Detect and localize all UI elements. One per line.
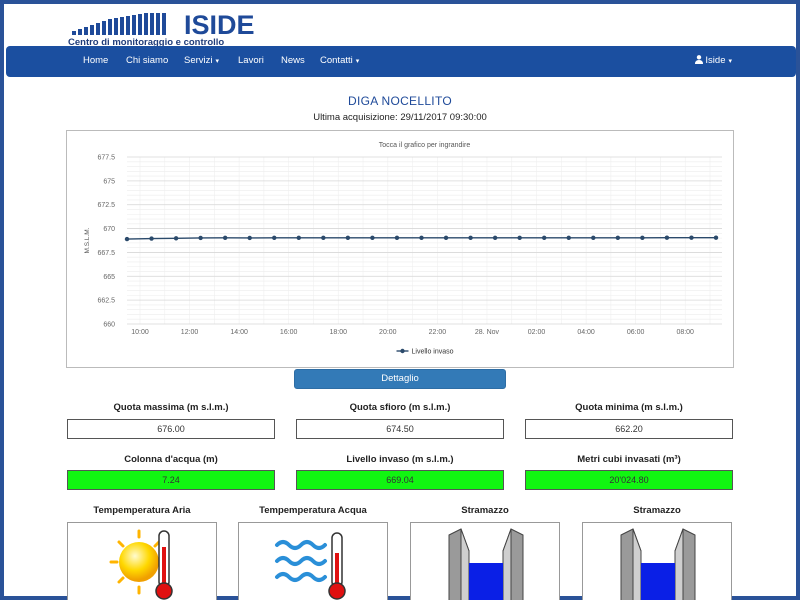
data-point bbox=[321, 235, 326, 241]
nav-item-chi-siamo[interactable]: Chi siamo bbox=[126, 55, 168, 66]
data-point bbox=[222, 235, 228, 241]
x-tick-label: 16:00 bbox=[280, 329, 298, 336]
user-menu[interactable]: Iside ▾ bbox=[695, 55, 732, 66]
x-tick-label: 10:00 bbox=[131, 329, 149, 336]
data-point bbox=[124, 236, 130, 242]
weir-icon bbox=[620, 528, 696, 600]
x-tick-label: 22:00 bbox=[429, 329, 447, 336]
data-point bbox=[394, 235, 400, 241]
weir-card-2[interactable] bbox=[582, 522, 732, 600]
nav-item-label: Contatti bbox=[320, 55, 353, 66]
y-tick-label: 675 bbox=[103, 178, 115, 185]
water-column-value: 7.24 bbox=[67, 470, 275, 490]
y-tick-label: 667.5 bbox=[97, 250, 115, 257]
x-tick-label: 18:00 bbox=[329, 329, 347, 336]
chevron-down-icon: ▾ bbox=[728, 58, 732, 65]
weir-card-1[interactable] bbox=[410, 522, 560, 600]
detail-button[interactable]: Dettaglio bbox=[294, 369, 506, 389]
logo-bars-icon bbox=[72, 13, 166, 35]
data-point bbox=[542, 235, 547, 241]
sun-thermometer-icon bbox=[109, 529, 173, 600]
data-point bbox=[345, 235, 351, 241]
max-level-label: Quota massima (m s.l.m.) bbox=[113, 402, 229, 413]
main-navbar: Home Chi siamo Servizi ▾ Lavori News Cont… bbox=[6, 46, 796, 77]
x-tick-label: 02:00 bbox=[528, 329, 546, 336]
user-icon bbox=[695, 55, 704, 64]
data-point bbox=[198, 235, 203, 241]
x-tick-label: 28. Nov bbox=[475, 329, 500, 336]
nav-item-label: Chi siamo bbox=[126, 55, 169, 66]
last-acquisition: Ultima acquisizione: 29/11/2017 09:30:00 bbox=[313, 112, 487, 123]
level-chart-svg[interactable]: Tocca il grafico per ingrandire 677.5 675 6… bbox=[67, 131, 735, 369]
y-tick-label: 670 bbox=[103, 226, 115, 233]
data-point bbox=[443, 235, 449, 241]
data-point bbox=[492, 235, 498, 241]
level-chart[interactable]: Tocca il grafico per ingrandire 677.5 675 6… bbox=[66, 130, 734, 368]
legend-marker bbox=[400, 348, 405, 354]
data-point bbox=[517, 235, 522, 241]
x-tick-label: 20:00 bbox=[379, 329, 397, 336]
water-column-label: Colonna d'acqua (m) bbox=[124, 454, 218, 465]
air-temperature-label: Tempemperatura Aria bbox=[93, 505, 191, 516]
data-point bbox=[615, 235, 621, 241]
reservoir-level-value: 669.04 bbox=[296, 470, 504, 490]
data-point bbox=[419, 235, 424, 241]
legend-label: Livello invaso bbox=[412, 349, 454, 356]
data-point bbox=[272, 235, 277, 241]
chevron-down-icon: ▾ bbox=[215, 58, 220, 65]
data-point bbox=[664, 235, 670, 240]
nav-item-lavori[interactable]: Lavori bbox=[238, 55, 264, 66]
stored-volume-label: Metri cubi invasati (m³) bbox=[577, 454, 681, 465]
y-tick-label: 672.5 bbox=[97, 202, 115, 209]
min-level-value: 662.20 bbox=[525, 419, 733, 439]
weir-label-2: Stramazzo bbox=[633, 505, 681, 516]
data-point bbox=[713, 235, 719, 240]
data-point bbox=[296, 235, 301, 241]
nav-item-label: News bbox=[281, 55, 305, 66]
data-point bbox=[247, 235, 252, 241]
x-tick-label: 06:00 bbox=[627, 329, 645, 336]
air-temperature-card[interactable] bbox=[67, 522, 217, 600]
reservoir-level-label: Livello invaso (m s.l.m.) bbox=[346, 454, 454, 465]
stored-volume-value: 20'024.80 bbox=[525, 470, 733, 490]
weir-icon bbox=[448, 528, 524, 600]
min-level-label: Quota minima (m s.l.m.) bbox=[575, 402, 683, 413]
y-tick-label: 662.5 bbox=[97, 298, 115, 305]
x-tick-label: 04:00 bbox=[577, 329, 595, 336]
x-tick-label: 12:00 bbox=[181, 329, 199, 336]
chevron-down-icon: ▾ bbox=[355, 58, 360, 65]
water-thermometer-icon bbox=[275, 532, 346, 600]
y-axis-label: M.S.L.M. bbox=[84, 227, 91, 253]
nav-item-contatti[interactable]: Contatti ▾ bbox=[320, 55, 359, 66]
water-temperature-card[interactable] bbox=[238, 522, 388, 600]
nav-item-home[interactable]: Home bbox=[83, 55, 108, 66]
data-point bbox=[370, 235, 375, 241]
chart-title: Tocca il grafico per ingrandire bbox=[379, 142, 471, 149]
data-point bbox=[591, 235, 596, 241]
nav-item-label: Servizi bbox=[184, 55, 213, 66]
page-title: DIGA NOCELLITO bbox=[347, 94, 452, 108]
data-point bbox=[566, 235, 571, 241]
nav-item-servizi[interactable]: Servizi ▾ bbox=[184, 55, 219, 66]
x-tick-label: 14:00 bbox=[230, 329, 248, 336]
brand-logo[interactable]: ISIDE Centro di monitoraggio e controllo bbox=[66, 10, 255, 50]
nav-item-label: Home bbox=[83, 55, 109, 66]
data-point bbox=[149, 236, 154, 241]
nav-item-label: Lavori bbox=[238, 55, 264, 66]
user-name: Iside bbox=[705, 55, 726, 66]
spillway-level-label: Quota sfioro (m s.l.m.) bbox=[349, 402, 451, 413]
data-point bbox=[173, 236, 179, 241]
x-tick-label: 08:00 bbox=[676, 329, 694, 336]
y-tick-label: 665 bbox=[103, 274, 115, 281]
y-tick-label: 677.5 bbox=[97, 155, 115, 162]
weir-label-1: Stramazzo bbox=[461, 505, 509, 516]
max-level-value: 676.00 bbox=[67, 419, 275, 439]
water-temperature-label: Tempemperatura Acqua bbox=[259, 505, 367, 516]
nav-item-news[interactable]: News bbox=[281, 55, 305, 66]
data-point bbox=[468, 235, 473, 241]
spillway-level-value: 674.50 bbox=[296, 419, 504, 439]
data-point bbox=[689, 235, 694, 240]
y-tick-label: 660 bbox=[103, 322, 115, 329]
data-point bbox=[640, 235, 645, 241]
